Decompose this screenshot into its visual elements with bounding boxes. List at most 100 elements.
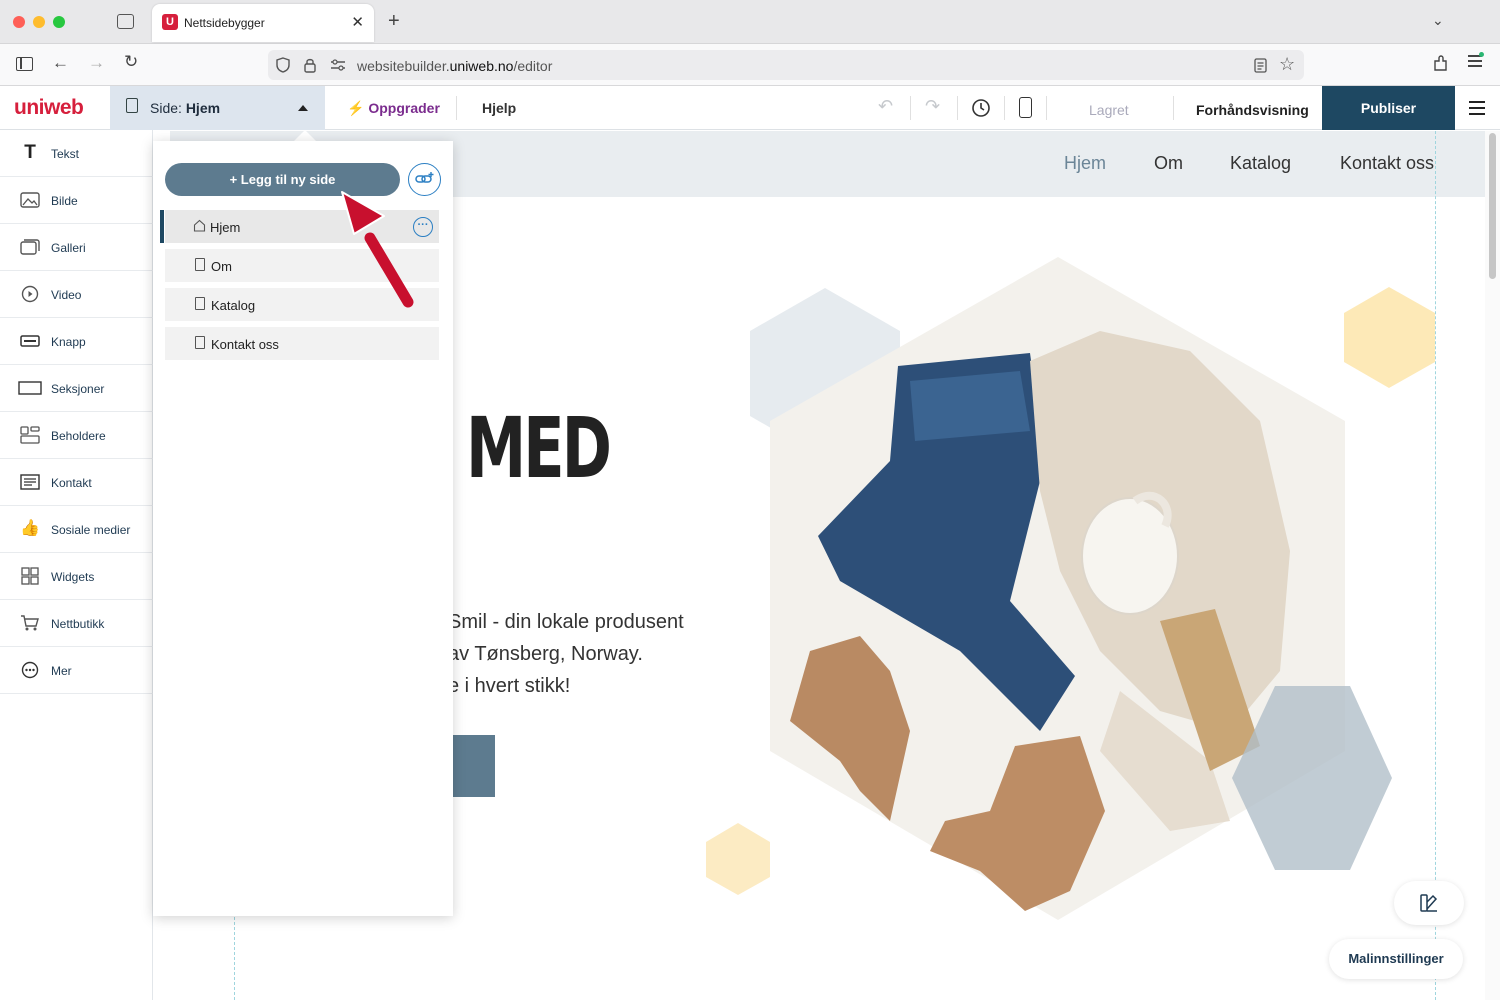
sidebar-item-label: Seksjoner (51, 382, 105, 396)
upgrade-button[interactable]: ⚡ Oppgrader (347, 100, 440, 117)
sidebar-item-label: Video (51, 288, 82, 302)
url-text[interactable]: websitebuilder.uniweb.no/editor (357, 58, 552, 74)
saved-status: Lagret (1089, 102, 1129, 118)
page-row-label: Katalog (211, 298, 256, 313)
sidebar-item-label: Widgets (51, 570, 95, 584)
url-path: /editor (513, 58, 553, 74)
page-selector[interactable]: Side: Hjem (110, 86, 325, 130)
url-subdomain: websitebuilder. (357, 58, 450, 74)
browser-tab[interactable]: U Nettsidebygger ✕ (152, 4, 374, 42)
scrollbar-thumb[interactable] (1489, 133, 1496, 279)
hex-yellow-small (706, 823, 770, 895)
text-icon: T (24, 142, 36, 163)
extensions-icon[interactable] (1432, 55, 1449, 72)
sidebar-item-sosiale-medier[interactable]: 👍 Sosiale medier (0, 506, 153, 553)
upgrade-label: Oppgrader (368, 100, 440, 116)
sidebar-item-beholdere[interactable]: Beholdere (0, 412, 153, 459)
containers-icon (20, 426, 40, 444)
paint-palette-icon (1420, 894, 1438, 912)
update-dot-icon (1479, 52, 1484, 57)
mobile-view-icon[interactable] (1019, 97, 1032, 118)
close-window-button[interactable] (13, 16, 25, 28)
image-icon (20, 192, 40, 208)
sidebar-item-seksjoner[interactable]: Seksjoner (0, 365, 153, 412)
widgets-icon (21, 567, 39, 585)
page-icon (195, 336, 205, 349)
url-domain: uniweb.no (449, 58, 514, 74)
caret-up-icon (298, 105, 308, 111)
page-selector-label: Side: Hjem (150, 100, 220, 116)
page-selector-value: Hjem (185, 100, 221, 116)
design-settings-button[interactable] (1394, 881, 1464, 925)
reader-view-icon[interactable] (1254, 58, 1267, 73)
zoom-window-button[interactable] (53, 16, 65, 28)
hero-cta-button[interactable] (450, 735, 495, 797)
help-button[interactable]: Hjelp (482, 100, 516, 116)
sidebar-item-knapp[interactable]: Knapp (0, 318, 153, 365)
sidebar-item-label: Nettbutikk (51, 617, 105, 631)
mug-shape (1081, 497, 1179, 615)
browser-tab-bar: U Nettsidebygger ✕ + ⌄ (0, 0, 1500, 44)
tab-list-chevron-icon[interactable]: ⌄ (1432, 12, 1444, 29)
preview-button[interactable]: Forhåndsvisning (1196, 102, 1309, 118)
sidebar-toggle-icon[interactable] (16, 57, 33, 71)
publish-button[interactable]: Publiser (1322, 86, 1455, 130)
page-row-kontakt-oss[interactable]: Kontakt oss (165, 327, 439, 360)
contact-form-icon (20, 474, 40, 490)
forward-icon[interactable]: → (88, 53, 105, 73)
element-sidebar: T Tekst Bilde Galleri Video Knapp Seksjon… (0, 130, 153, 1000)
active-indicator (160, 210, 164, 243)
reload-icon[interactable]: ↻ (124, 52, 138, 72)
uniweb-favicon-icon: U (162, 14, 178, 30)
sidebar-item-video[interactable]: Video (0, 271, 153, 318)
sidebar-item-galleri[interactable]: Galleri (0, 224, 153, 271)
bookmark-star-icon[interactable]: ☆ (1279, 54, 1295, 75)
new-tab-icon[interactable]: + (388, 10, 400, 33)
sidebar-item-label: Kontakt (51, 476, 92, 490)
sidebar-item-label: Mer (51, 664, 72, 678)
annotation-arrow-icon (341, 191, 414, 308)
page-row-label: Hjem (210, 220, 241, 235)
sidebar-item-widgets[interactable]: Widgets (0, 553, 153, 600)
template-settings-button[interactable]: Malinnstillinger (1329, 939, 1463, 979)
video-icon (21, 285, 39, 303)
more-icon (21, 661, 39, 679)
close-tab-icon[interactable]: ✕ (351, 13, 364, 31)
back-icon[interactable]: ← (52, 53, 69, 73)
sidebar-item-label: Galleri (51, 241, 86, 255)
site-settings-icon[interactable] (330, 59, 346, 71)
sidebar-item-mer[interactable]: Mer (0, 647, 153, 694)
shield-icon (276, 57, 290, 73)
minimize-window-button[interactable] (33, 16, 45, 28)
jeans-highlight (910, 371, 1030, 441)
redo-icon[interactable]: ↷ (925, 96, 940, 117)
sidebar-item-tekst[interactable]: T Tekst (0, 130, 153, 177)
hero-text-line: Smil - din lokale produsent (448, 611, 684, 633)
hero-text-line: av Tønsberg, Norway. (448, 643, 643, 665)
uniweb-logo: uniweb (14, 96, 84, 119)
app-menu-icon[interactable] (1469, 101, 1485, 103)
home-icon (193, 219, 206, 232)
undo-icon[interactable]: ↶ (878, 96, 893, 117)
tab-overview-icon[interactable] (117, 14, 134, 29)
history-icon[interactable] (970, 97, 992, 119)
app-menu-icon-line (1469, 113, 1485, 115)
hero-title: MED (466, 399, 612, 497)
sidebar-item-label: Tekst (51, 147, 80, 161)
sidebar-item-bilde[interactable]: Bilde (0, 177, 153, 224)
page-icon (126, 98, 138, 113)
divider (456, 96, 457, 120)
page-selector-prefix: Side: (150, 100, 182, 116)
cart-icon (21, 615, 39, 631)
sidebar-item-nettbutikk[interactable]: Nettbutikk (0, 600, 153, 647)
sidebar-item-label: Sosiale medier (51, 523, 131, 537)
button-icon (20, 335, 40, 347)
address-bar[interactable]: websitebuilder.uniweb.no/editor ☆ (268, 50, 1304, 80)
lightning-icon: ⚡ (347, 100, 365, 116)
divider (910, 96, 911, 120)
divider (957, 96, 958, 120)
hero-text-line: e i hvert stikk! (448, 675, 571, 697)
sidebar-item-label: Beholdere (51, 429, 106, 443)
divider (1046, 96, 1047, 120)
sidebar-item-kontakt[interactable]: Kontakt (0, 459, 153, 506)
